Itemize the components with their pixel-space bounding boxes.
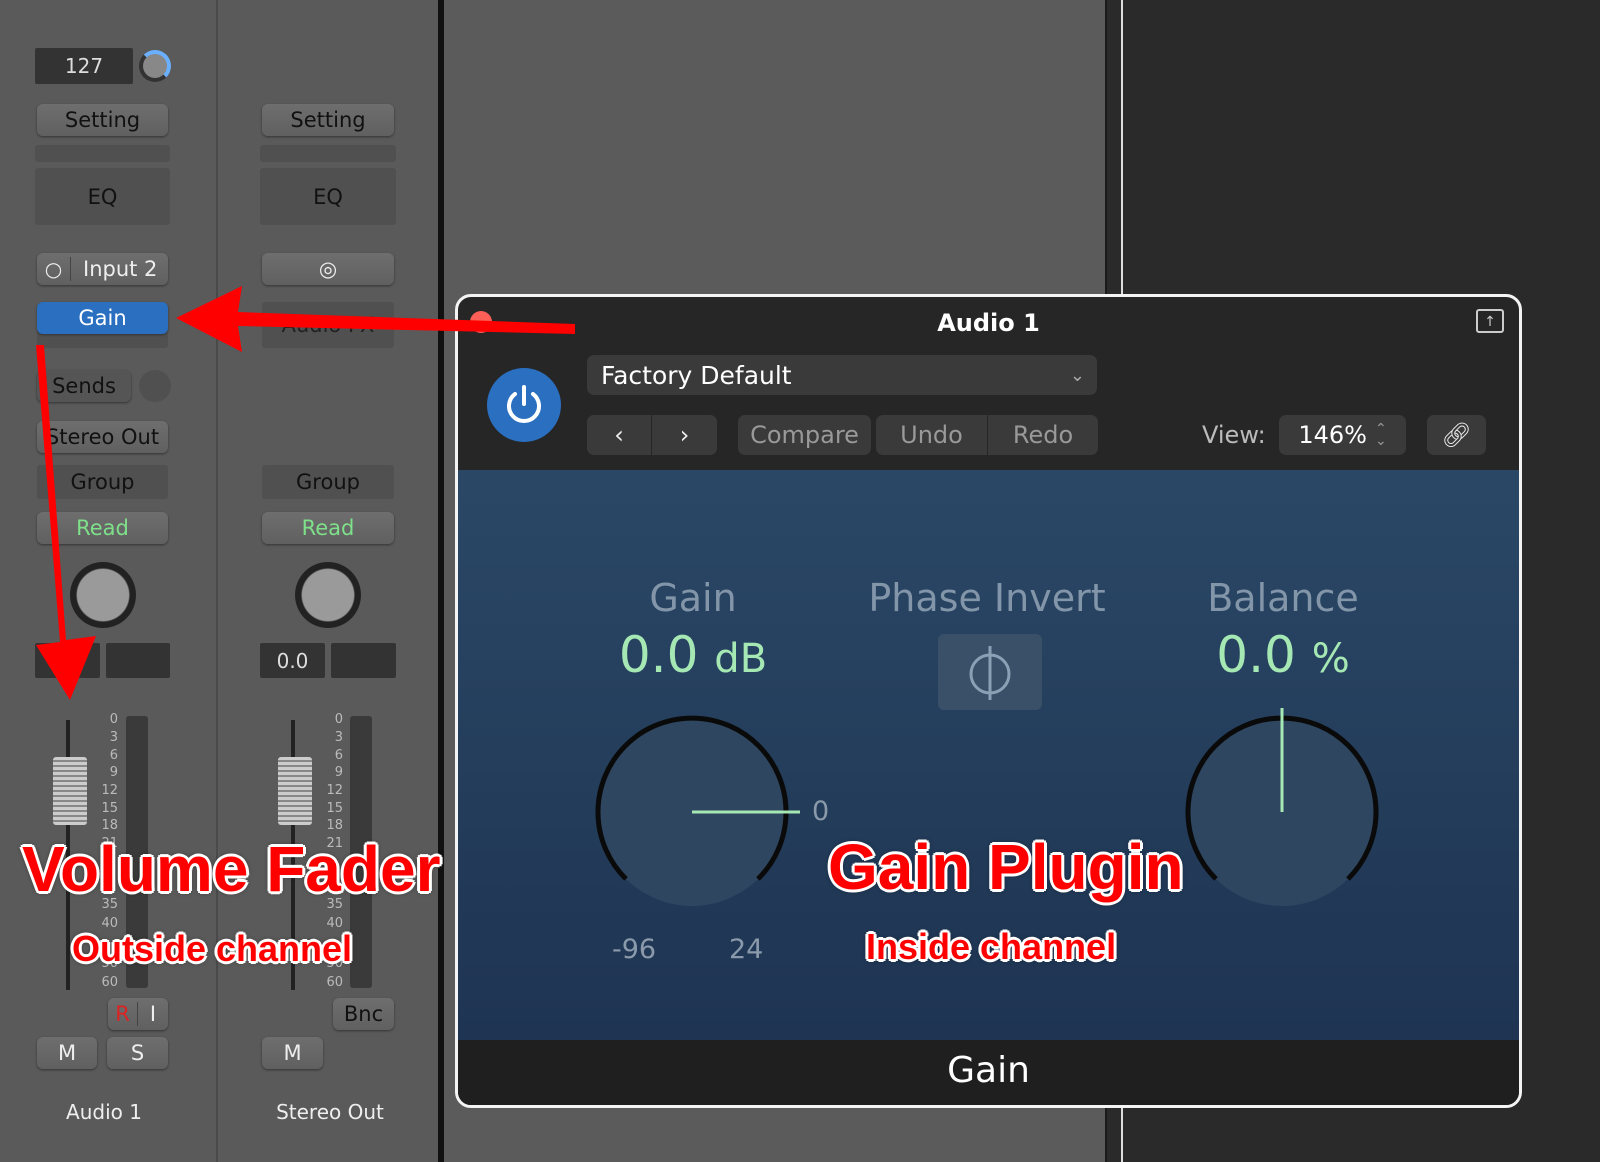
annotation-volume-fader: Volume Fader xyxy=(22,833,441,905)
annotation-inside-channel: Inside channel xyxy=(866,926,1117,967)
annotation-outside-channel: Outside channel xyxy=(72,928,353,969)
annotation-arrows xyxy=(36,286,575,700)
arrow-to-fader xyxy=(36,345,96,700)
gain-zero-mark: 0 xyxy=(812,796,830,827)
arrow-to-gain-slot xyxy=(176,286,575,352)
gain-min-label: -96 xyxy=(612,934,657,965)
annotation-gain-plugin: Gain Plugin xyxy=(828,831,1184,903)
balance-knob[interactable] xyxy=(1185,708,1379,906)
knob-layer xyxy=(36,286,1379,906)
gain-knob[interactable] xyxy=(595,715,800,906)
gain-max-label: 24 xyxy=(729,934,764,965)
